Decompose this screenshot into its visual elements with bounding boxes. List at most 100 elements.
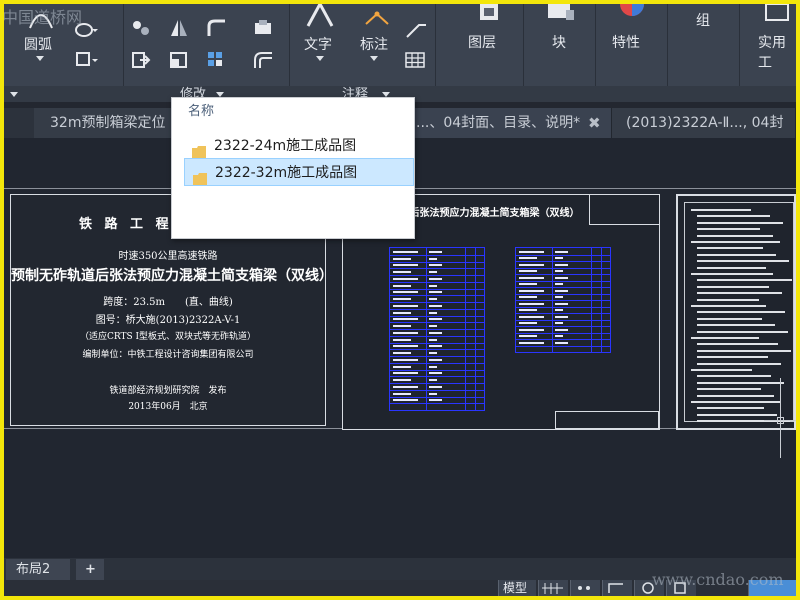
notes-text-line xyxy=(697,279,792,282)
table-gridline xyxy=(390,329,484,330)
explode-icon[interactable] xyxy=(252,18,276,38)
table-cell-text xyxy=(429,358,443,361)
offset-icon[interactable] xyxy=(252,50,276,70)
array-icon[interactable] xyxy=(206,50,230,70)
watermark-top-left: 中国道桥网 xyxy=(4,8,83,27)
folder-item-32m[interactable]: 2322-32m施工成品图 xyxy=(184,158,414,186)
table-gridline xyxy=(390,261,484,263)
quantity-table-left xyxy=(389,247,485,411)
table-cell-text xyxy=(519,328,544,331)
notes-text-line xyxy=(697,413,777,416)
block-button[interactable]: 块 xyxy=(552,32,566,52)
table-cell-text xyxy=(393,325,411,327)
layers-button[interactable]: 图层 xyxy=(468,32,496,52)
table-gridline xyxy=(516,254,610,256)
modify-panel xyxy=(124,4,290,86)
annotation-panel: 文字 标注 xyxy=(290,4,436,86)
notes-text-line xyxy=(697,298,759,301)
table-cell-text xyxy=(555,276,569,279)
notes-text-line xyxy=(697,292,782,295)
table-cell-text xyxy=(519,335,537,337)
table-cell-text xyxy=(519,322,537,324)
utilities-button[interactable]: 实用工 xyxy=(758,32,796,72)
notes-text-line xyxy=(691,241,780,243)
fillet-icon[interactable] xyxy=(206,18,230,38)
table-cell-text xyxy=(519,250,544,253)
dimension-button[interactable]: 标注 xyxy=(360,34,388,54)
notes-text-line xyxy=(697,394,774,397)
arc-button[interactable]: 圆弧 xyxy=(24,34,52,54)
table-cell-text xyxy=(429,284,438,287)
table-gridline xyxy=(516,293,610,295)
utilities-icon[interactable] xyxy=(762,4,792,26)
text-dropdown-icon[interactable] xyxy=(316,56,324,61)
app-frame: 圆弧 文字 标注 图层 块 特性 组 实用工 修改 注释 32m预制箱梁定位 .… xyxy=(4,4,796,596)
notes-text-line xyxy=(697,285,769,288)
scale-icon[interactable] xyxy=(168,50,190,70)
dimension-icon[interactable] xyxy=(362,6,392,28)
notes-text-line xyxy=(697,375,771,378)
notes-text-line xyxy=(697,266,766,269)
notes-text-line xyxy=(691,209,751,211)
tab-32m-positioning[interactable]: 32m预制箱梁定位 xyxy=(34,108,194,138)
dimension-dropdown-icon[interactable] xyxy=(370,56,378,61)
crosshair-pickbox xyxy=(777,417,784,424)
table-cell-text xyxy=(393,379,411,381)
arc-dropdown-icon[interactable] xyxy=(36,56,44,61)
table-gridline xyxy=(390,335,484,337)
table-cell-text xyxy=(555,257,564,259)
table-cell-text xyxy=(519,341,544,344)
text-icon[interactable] xyxy=(304,4,336,30)
title-block-bottom xyxy=(555,411,659,429)
table-icon[interactable] xyxy=(404,50,426,70)
model-space-button[interactable]: 模型 xyxy=(498,580,536,596)
table-gridline xyxy=(390,349,484,351)
ortho-toggle-icon[interactable] xyxy=(602,580,632,596)
name-column-header[interactable]: 名称 xyxy=(188,100,214,119)
text-button[interactable]: 文字 xyxy=(304,34,332,54)
table-cell-text xyxy=(393,365,411,368)
table-cell-text xyxy=(393,318,418,321)
table-cell-text xyxy=(519,257,537,259)
folder-item-24m[interactable]: 2322-24m施工成品图 xyxy=(184,132,414,160)
table-gridline xyxy=(600,248,602,352)
insert-icon[interactable] xyxy=(130,50,152,70)
close-icon[interactable]: ✖ xyxy=(588,108,601,138)
rectangle-crop-icon[interactable] xyxy=(74,50,98,70)
model-label: 模型 xyxy=(503,581,528,595)
table-gridline xyxy=(516,300,610,301)
table-cell-text xyxy=(429,325,438,327)
table-cell-text xyxy=(519,296,537,298)
table-gridline xyxy=(390,383,484,384)
leader-icon[interactable] xyxy=(404,20,430,40)
draw-panel-expand-icon[interactable] xyxy=(10,92,18,97)
move-icon[interactable] xyxy=(130,18,152,38)
tab-2013-2322a[interactable]: (2013)2322A-Ⅱ..., 04封 xyxy=(612,108,796,138)
layers-icon[interactable] xyxy=(476,4,502,26)
table-gridline xyxy=(390,356,484,357)
table-cell-text xyxy=(429,392,438,395)
table-cell-text xyxy=(429,399,443,402)
group-button[interactable]: 组 xyxy=(696,10,710,30)
folder-icon xyxy=(193,167,207,185)
properties-button[interactable]: 特性 xyxy=(612,32,640,52)
group-panel: 组 xyxy=(668,4,740,93)
notes-text-line xyxy=(697,324,775,327)
add-layout-button[interactable]: + xyxy=(76,559,104,580)
properties-icon[interactable] xyxy=(618,4,646,24)
table-cell-text xyxy=(393,372,418,375)
quantity-table-right xyxy=(515,247,611,353)
layout-tab-2[interactable]: 布局2 xyxy=(6,559,70,580)
grid-toggle-icon[interactable] xyxy=(538,580,568,596)
notes-text-line xyxy=(697,247,763,250)
notes-text-line xyxy=(691,369,752,371)
table-gridline xyxy=(516,280,610,282)
snap-toggle-icon[interactable] xyxy=(570,580,600,596)
tab-cover-contents[interactable]: ...、04封面、目录、说明* xyxy=(406,108,612,138)
block-icon[interactable] xyxy=(544,4,576,24)
table-gridline xyxy=(390,322,484,324)
table-gridline xyxy=(516,306,610,308)
mirror-icon[interactable] xyxy=(168,18,190,38)
notes-text-line xyxy=(697,221,783,224)
table-gridline xyxy=(425,248,427,410)
